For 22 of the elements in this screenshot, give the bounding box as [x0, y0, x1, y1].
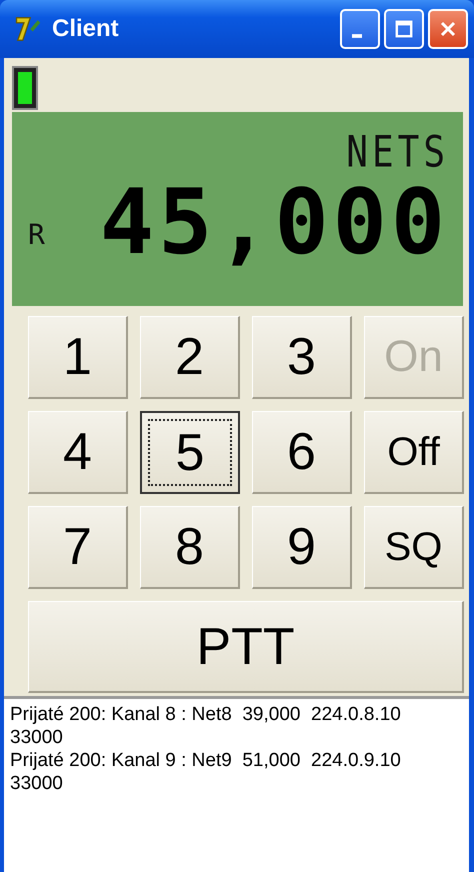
window-title: Client — [52, 15, 120, 43]
keypad-button[interactable]: 3 — [252, 316, 352, 399]
keypad-button[interactable]: 2 — [140, 316, 240, 399]
keypad-button[interactable]: 1 — [28, 316, 128, 399]
log-line: Prijaté 200: Kanal 8 : Net8 39,000 224.0.8.10 — [10, 703, 402, 726]
keypad-button[interactable]: 9 — [252, 506, 352, 589]
log-line: 33000 — [10, 726, 64, 749]
keypad-button[interactable]: 6 — [252, 411, 352, 494]
ptt-button[interactable]: PTT — [28, 601, 464, 693]
close-button[interactable] — [428, 9, 468, 49]
log-line: 33000 — [10, 772, 64, 795]
keypad-button[interactable]: Off — [364, 411, 464, 494]
keypad-button[interactable]: 8 — [140, 506, 240, 589]
log-line: Prijaté 200: Kanal 9 : Net9 51,000 224.0.9.10 — [10, 749, 402, 772]
keypad-button[interactable]: 4 — [28, 411, 128, 494]
minimize-button[interactable] — [340, 9, 380, 49]
keypad-button[interactable]: 7 — [28, 506, 128, 589]
indicator-label: R — [28, 218, 45, 251]
maximize-button[interactable] — [384, 9, 424, 49]
minimize-icon — [352, 34, 362, 38]
keypad-button[interactable]: 5 — [140, 411, 240, 494]
keypad-button[interactable]: SQ — [364, 506, 464, 589]
